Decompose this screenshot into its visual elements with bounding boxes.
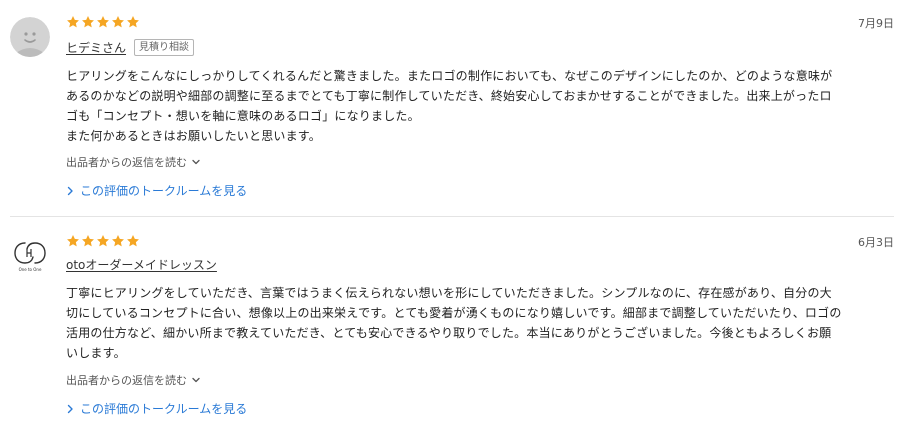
review-date: 6月3日 (858, 236, 894, 249)
review-body: 丁寧にヒアリングをしていただき、言葉ではうまく伝えられない想いを形にしていただき… (66, 283, 896, 363)
view-talkroom-label: この評価のトークルームを見る (80, 184, 248, 198)
read-seller-reply-label: 出品者からの返信を読む (66, 156, 187, 169)
rating-stars (66, 15, 140, 31)
default-user-avatar-icon[interactable] (10, 17, 50, 57)
chevron-right-icon (67, 404, 73, 413)
review-item: One to One 6月3日 otoオーダーメイドレッスン 丁寧にヒアリングを… (0, 217, 902, 431)
read-seller-reply-toggle[interactable]: 出品者からの返信を読む (66, 372, 201, 388)
review-item: 7月9日 ヒデミさん 見積り相談 ヒアリングをこんなにしっかりしてくれるんだと驚… (0, 0, 902, 216)
star-icon (96, 234, 110, 248)
review-body-line: いします。 (66, 346, 126, 360)
star-icon (81, 234, 95, 248)
review-body-line: また何かあるときはお願いしたいと思います。 (66, 129, 322, 143)
review-body: ヒアリングをこんなにしっかりしてくれるんだと驚きました。またロゴの制作においても… (66, 66, 896, 146)
reviewer-name-link[interactable]: ヒデミさん (66, 39, 126, 56)
chevron-down-icon (192, 377, 200, 383)
star-icon (66, 234, 80, 248)
star-icon (96, 15, 110, 29)
one-to-one-logo-avatar[interactable]: One to One (10, 235, 50, 275)
star-icon (66, 15, 80, 29)
review-body-line: 丁寧にヒアリングをしていただき、言葉ではうまく伝えられない想いを形にしていただき… (66, 286, 832, 300)
review-body-line: ゴも「コンセプト・想いを軸に意味のあるロゴ」になりました。 (66, 109, 420, 123)
star-icon (126, 234, 140, 248)
svg-text:One to One: One to One (19, 267, 42, 272)
view-talkroom-link[interactable]: この評価のトークルームを見る (66, 400, 247, 417)
read-seller-reply-toggle[interactable]: 出品者からの返信を読む (66, 154, 201, 170)
review-type-badge: 見積り相談 (134, 38, 195, 56)
review-body-line: 切にしているコンセプトに合い、想像以上の出来栄えです。とても愛着が湧くものになり… (66, 306, 842, 320)
star-icon (111, 15, 125, 29)
star-icon (81, 15, 95, 29)
review-body-line: 活用の仕方など、細かい所まで教えていただき、とても安心できるやり取りでした。本当… (66, 326, 832, 340)
reviewer-name-link[interactable]: otoオーダーメイドレッスン (66, 256, 217, 273)
star-icon (126, 15, 140, 29)
chevron-down-icon (192, 159, 200, 165)
review-date: 7月9日 (858, 17, 894, 30)
view-talkroom-label: この評価のトークルームを見る (80, 402, 248, 416)
reviewer-row: otoオーダーメイドレッスン (66, 255, 217, 273)
star-icon (111, 234, 125, 248)
review-body-line: ヒアリングをこんなにしっかりしてくれるんだと驚きました。またロゴの制作においても… (66, 69, 833, 83)
view-talkroom-link[interactable]: この評価のトークルームを見る (66, 182, 247, 199)
rating-stars (66, 234, 140, 250)
read-seller-reply-label: 出品者からの返信を読む (66, 374, 187, 387)
reviewer-row: ヒデミさん 見積り相談 (66, 38, 195, 56)
chevron-right-icon (67, 186, 73, 195)
review-body-line: あるのかなどの説明や細部の調整に至るまでとても丁寧に制作していただき、終始安心し… (66, 89, 832, 103)
